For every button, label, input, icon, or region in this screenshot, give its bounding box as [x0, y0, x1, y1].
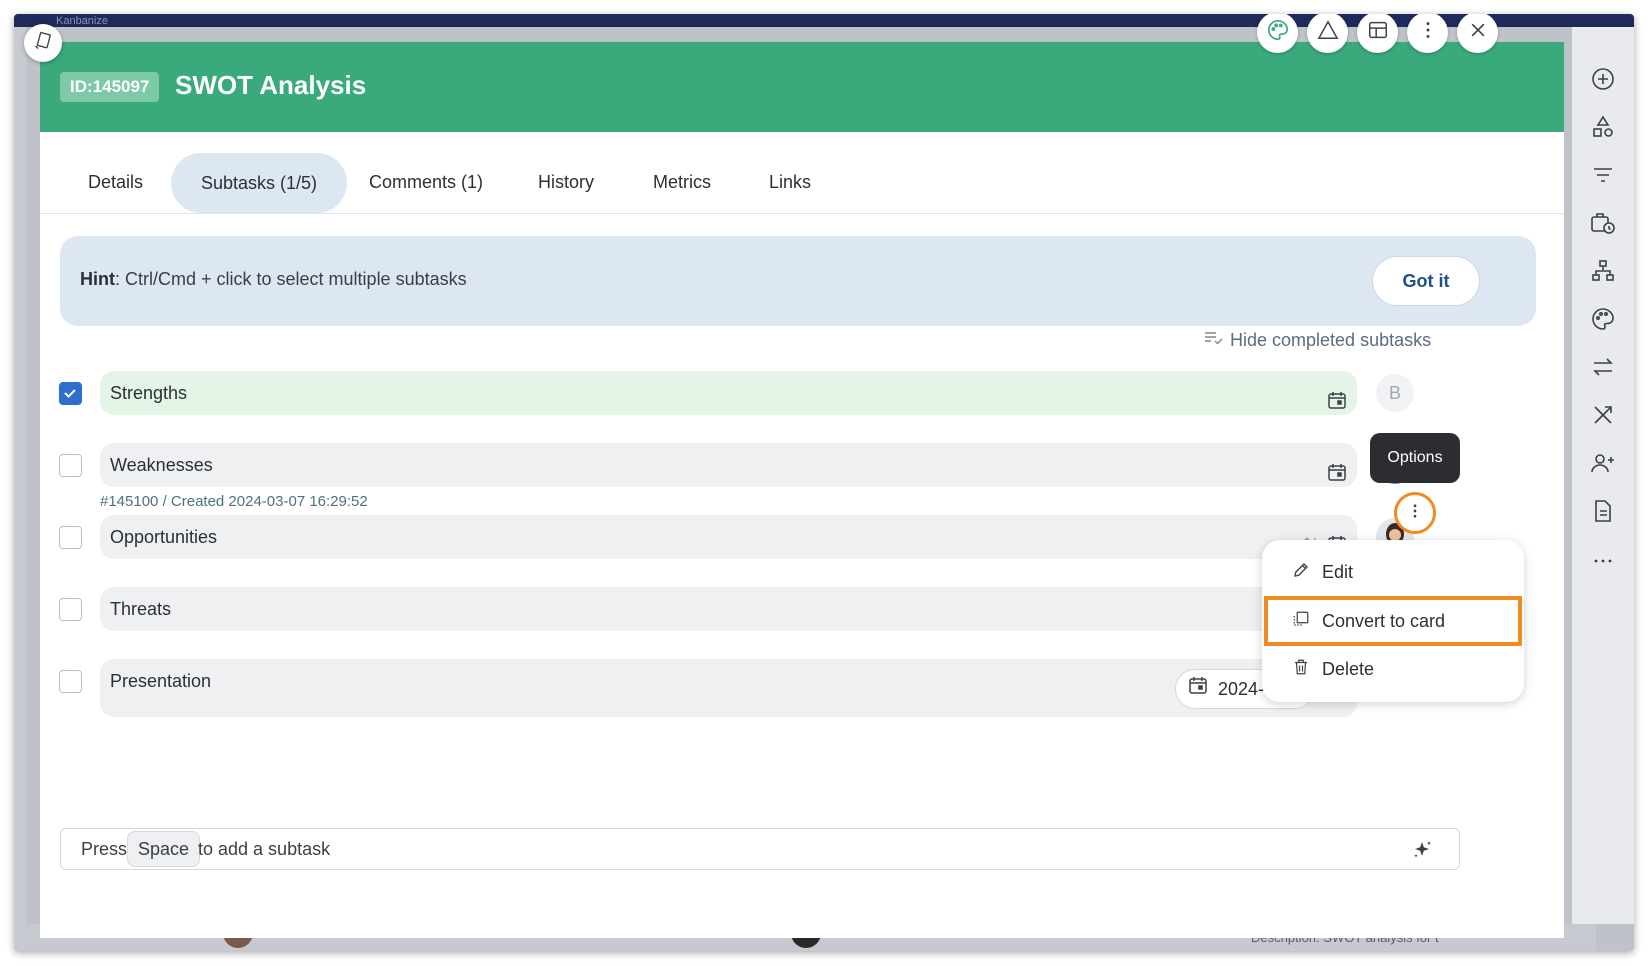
layout-icon: [1367, 19, 1389, 46]
subtask-checkbox[interactable]: [59, 382, 82, 405]
subtask-row: Strengths B: [40, 371, 1564, 415]
card-details-modal: ID:145097 SWOT Analysis Details Subtasks…: [40, 42, 1564, 938]
filter-icon[interactable]: [1589, 161, 1617, 189]
subtask-title: Presentation: [110, 671, 212, 691]
hint-body: : Ctrl/Cmd + click to select multiple su…: [115, 269, 467, 289]
subtask-title: Strengths: [110, 383, 188, 403]
calendar-icon[interactable]: [1327, 454, 1347, 498]
right-toolbar: [1572, 27, 1634, 924]
tab-subtasks[interactable]: Subtasks (1/5): [171, 153, 348, 213]
trash-icon: [1292, 658, 1310, 681]
transfer-arrows-icon[interactable]: [1589, 353, 1617, 381]
menu-item-label: Edit: [1322, 561, 1354, 582]
hide-completed-label: Hide completed subtasks: [1230, 330, 1432, 350]
card-clock-icon[interactable]: [1589, 209, 1617, 237]
got-it-button[interactable]: Got it: [1372, 256, 1480, 306]
layout-button[interactable]: [1357, 14, 1398, 53]
convert-card-icon: [1292, 610, 1310, 633]
add-subtask-press: Press: [81, 839, 128, 859]
tab-bar: Details Subtasks (1/5) Comments (1) Hist…: [40, 136, 1564, 214]
menu-item-delete[interactable]: Delete: [1262, 646, 1524, 692]
subtask-meta: #145100 / Created 2024-03-07 16:29:52: [100, 493, 368, 510]
subtask-title-field[interactable]: Opportunities: [100, 515, 1357, 559]
tools-icon[interactable]: [1589, 401, 1617, 429]
hide-completed-toggle[interactable]: Hide completed subtasks: [1204, 330, 1431, 351]
hint-text: Hint: Ctrl/Cmd + click to select multipl…: [80, 269, 467, 290]
shapes-icon[interactable]: [1589, 113, 1617, 141]
hierarchy-icon[interactable]: [1589, 257, 1617, 285]
tab-history[interactable]: History: [538, 172, 594, 193]
space-key-badge: Space: [127, 831, 201, 867]
subtask-checkbox[interactable]: [59, 670, 82, 693]
subtask-title-field[interactable]: Threats: [100, 587, 1357, 631]
add-subtask-input[interactable]: Press Space to add a subtask: [60, 828, 1460, 870]
menu-item-edit[interactable]: Edit: [1262, 549, 1524, 595]
block-card-button[interactable]: [1307, 14, 1348, 53]
subtask-title-field[interactable]: Weaknesses: [100, 443, 1357, 487]
add-user-icon[interactable]: [1589, 449, 1617, 477]
document-icon[interactable]: [1589, 497, 1617, 525]
palette-icon: [1267, 19, 1289, 46]
tab-details[interactable]: Details: [88, 172, 143, 193]
tab-links[interactable]: Links: [769, 172, 811, 193]
card-id-badge: ID:145097: [60, 72, 160, 102]
subtask-row: Weaknesses: [40, 443, 1564, 487]
ai-sparkle-icon[interactable]: [1411, 839, 1433, 866]
app-logo-badge[interactable]: [24, 24, 62, 62]
subtask-checkbox[interactable]: [59, 526, 82, 549]
palette-icon[interactable]: [1589, 305, 1617, 333]
more-vertical-icon: [1417, 19, 1439, 46]
subtask-options-button[interactable]: [1394, 492, 1436, 534]
tab-metrics[interactable]: Metrics: [653, 172, 711, 193]
menu-item-convert-to-card[interactable]: Convert to card: [1264, 596, 1522, 646]
warning-triangle-icon: [1317, 19, 1339, 46]
card-title[interactable]: SWOT Analysis: [175, 70, 366, 101]
add-subtask-hint: to add a subtask: [198, 839, 331, 859]
pencil-icon: [1292, 561, 1310, 584]
subtask-options-menu: Edit Convert to card Delete: [1262, 540, 1524, 702]
subtask-title: Weaknesses: [110, 455, 213, 475]
menu-item-label: Delete: [1322, 658, 1375, 679]
assignee-avatar[interactable]: B: [1376, 374, 1414, 412]
more-vertical-icon: [1406, 502, 1424, 525]
subtask-checkbox[interactable]: [59, 454, 82, 477]
close-button[interactable]: [1457, 14, 1498, 53]
subtask-checkbox[interactable]: [59, 598, 82, 621]
subtask-title-field[interactable]: Presentation 2024-08-0: [100, 659, 1357, 717]
subtask-title-field[interactable]: Strengths: [100, 371, 1357, 415]
card-flip-icon: [33, 31, 53, 56]
subtask-title: Opportunities: [110, 527, 218, 547]
hint-prefix: Hint: [80, 269, 115, 289]
subtask-title: Threats: [110, 599, 172, 619]
menu-item-label: Convert to card: [1322, 610, 1446, 631]
tab-comments[interactable]: Comments (1): [369, 172, 483, 193]
close-icon: [1468, 20, 1488, 45]
app-window: Kanbanize Description: SWOT analysis for…: [14, 14, 1634, 951]
calendar-icon: [1188, 667, 1208, 711]
header-actions: [1257, 14, 1498, 53]
color-palette-button[interactable]: [1257, 14, 1298, 53]
more-options-button[interactable]: [1407, 14, 1448, 53]
calendar-icon[interactable]: [1327, 382, 1347, 426]
hint-banner: Hint: Ctrl/Cmd + click to select multipl…: [60, 236, 1536, 326]
options-tooltip: Options: [1370, 433, 1460, 483]
more-horizontal-icon[interactable]: [1589, 545, 1617, 573]
background-board-edge: [14, 27, 26, 951]
card-header: ID:145097 SWOT Analysis: [40, 42, 1564, 132]
add-circle-icon[interactable]: [1589, 65, 1617, 93]
brand-label: Kanbanize: [56, 15, 108, 27]
list-check-icon: [1204, 330, 1224, 351]
